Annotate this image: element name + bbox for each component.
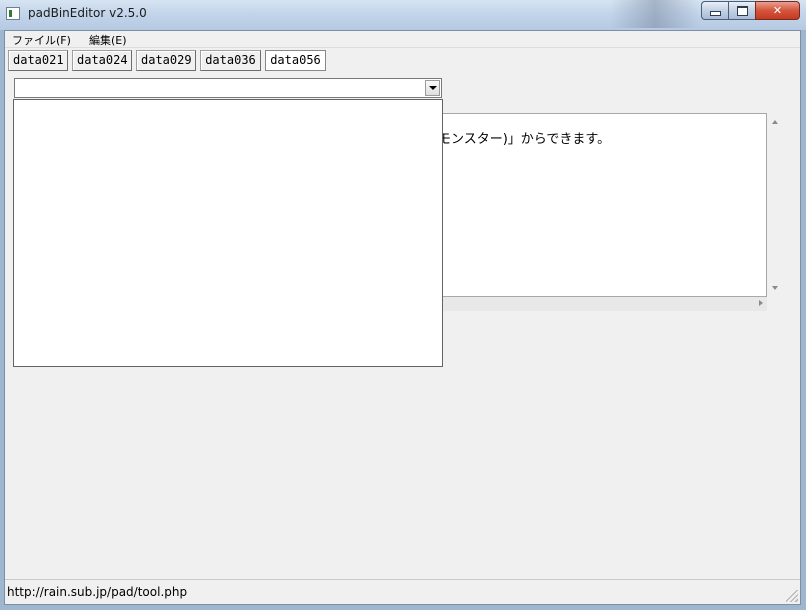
chevron-down-icon (428, 86, 437, 90)
app-window: padBinEditor v2.5.0 ✕ ファイル(F) 編集(E) data… (0, 0, 806, 610)
record-select-combobox[interactable] (14, 78, 442, 98)
title-bar[interactable]: padBinEditor v2.5.0 ✕ (0, 0, 806, 30)
minimize-button[interactable] (701, 1, 728, 20)
app-window-icon[interactable] (6, 7, 20, 20)
client-area: ファイル(F) 編集(E) data021 data024 data029 da… (4, 30, 801, 605)
tab-data021[interactable]: data021 (8, 50, 68, 71)
close-icon: ✕ (772, 4, 783, 17)
status-url: http://rain.sub.jp/pad/tool.php (7, 585, 188, 599)
description-text: モンスター)」からできます。 (438, 132, 611, 147)
minimize-icon (709, 11, 721, 16)
window-title: padBinEditor v2.5.0 (28, 6, 147, 20)
combobox-dropdown-button[interactable] (425, 80, 440, 96)
maximize-icon (736, 5, 748, 16)
scroll-down-arrow-icon[interactable] (772, 286, 778, 290)
scroll-up-arrow-icon[interactable] (772, 120, 778, 124)
caption-buttons: ✕ (701, 1, 800, 20)
resize-grip-icon[interactable] (786, 590, 798, 602)
close-button[interactable]: ✕ (755, 1, 800, 20)
description-vertical-scrollbar[interactable] (768, 113, 785, 297)
tab-data024[interactable]: data024 (72, 50, 132, 71)
title-bar-background-glow (610, 0, 700, 28)
menu-bar: ファイル(F) 編集(E) (5, 31, 800, 48)
tab-data029[interactable]: data029 (136, 50, 196, 71)
menu-edit[interactable]: 編集(E) (89, 32, 127, 48)
status-bar: http://rain.sub.jp/pad/tool.php (5, 579, 800, 604)
tab-data056[interactable]: data056 (265, 50, 326, 71)
menu-file[interactable]: ファイル(F) (12, 32, 71, 48)
combobox-dropdown-list[interactable] (13, 99, 443, 367)
tab-data036[interactable]: data036 (200, 50, 261, 71)
maximize-button[interactable] (728, 1, 755, 20)
scroll-right-arrow-icon[interactable] (759, 300, 763, 306)
